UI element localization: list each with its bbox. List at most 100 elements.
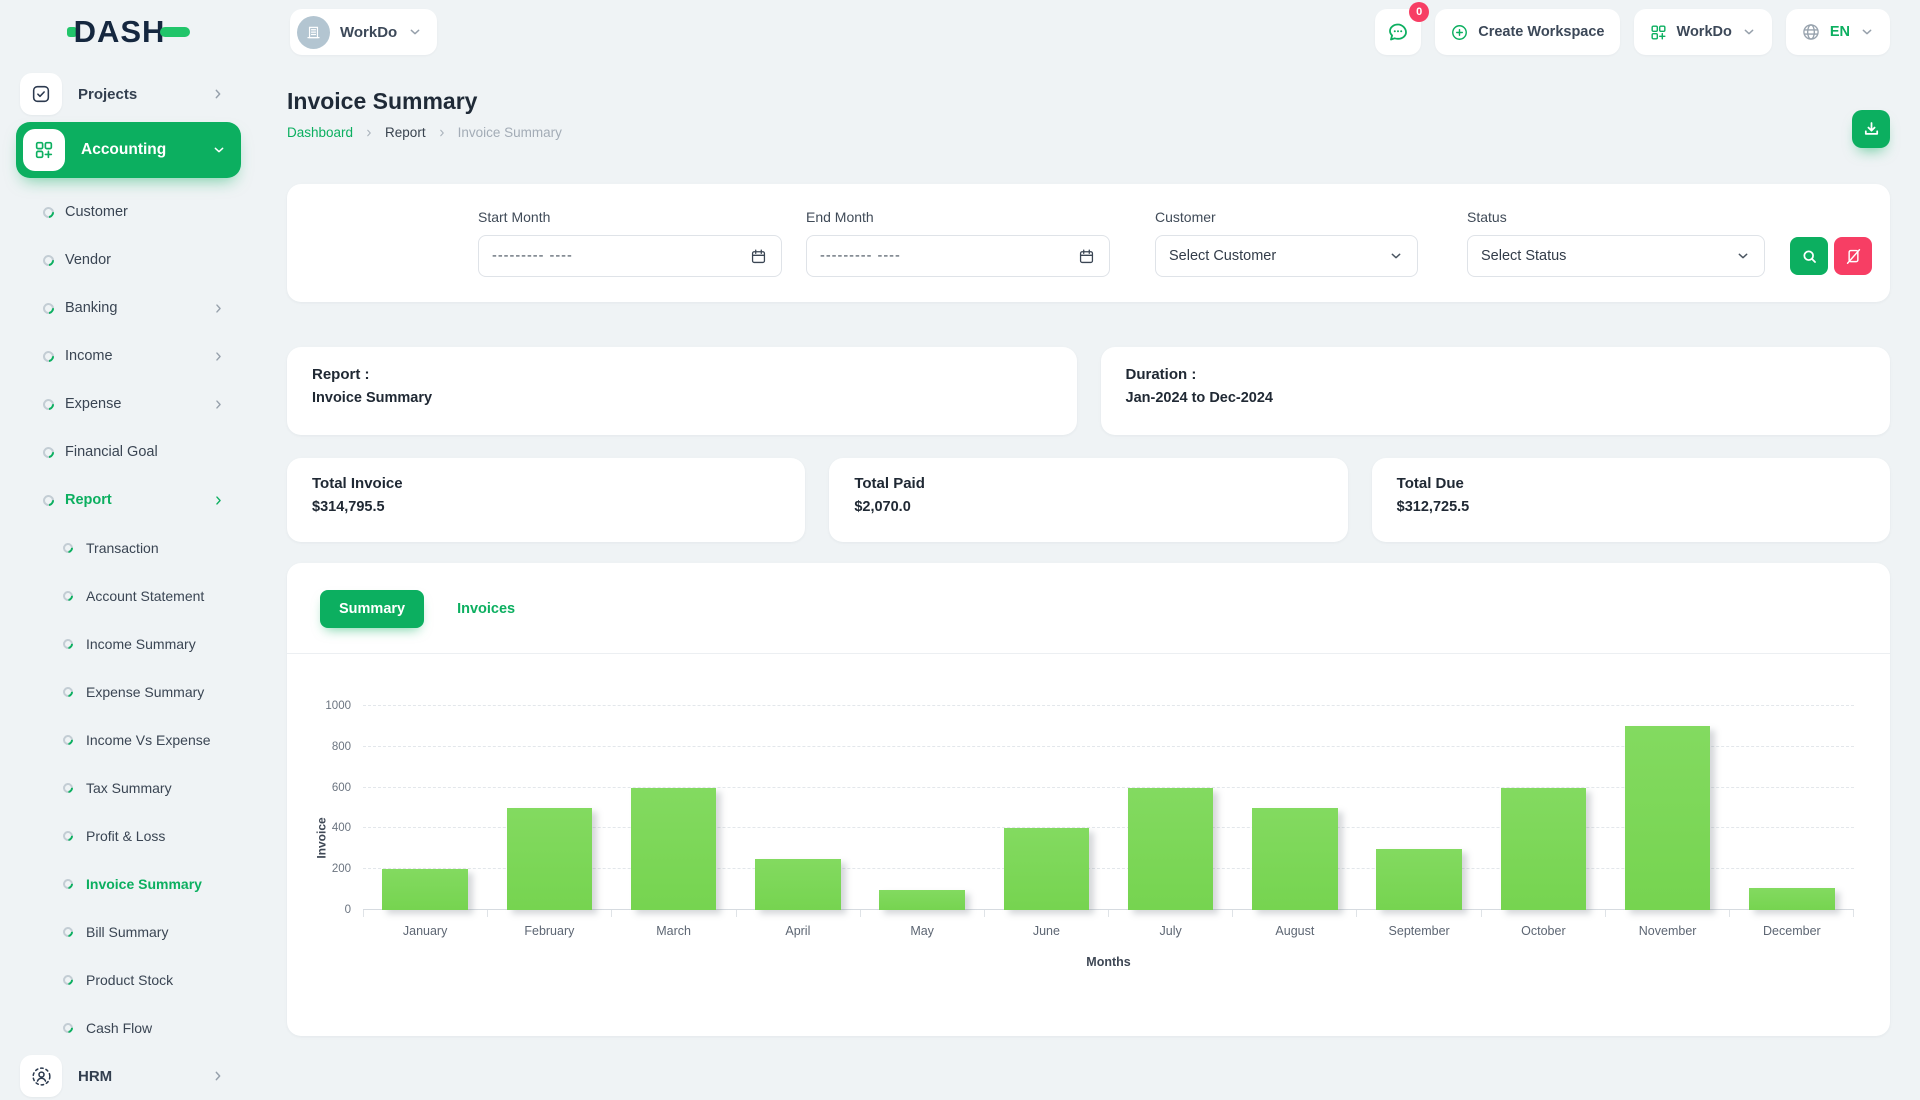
sidebar-item-bill-summary[interactable]: Bill Summary [16,908,241,956]
x-axis-title: Months [363,955,1854,969]
sidebar-item-vendor[interactable]: Vendor [16,236,241,284]
sidebar-item-tax-summary[interactable]: Tax Summary [16,764,241,812]
sidebar-item-expense-summary[interactable]: Expense Summary [16,668,241,716]
breadcrumb-report[interactable]: Report [385,125,426,140]
tab-invoices[interactable]: Invoices [457,601,515,617]
sidebar-item-income-vs-expense[interactable]: Income Vs Expense [16,716,241,764]
sidebar-item-accounting[interactable]: Accounting [16,122,241,178]
chevron-right-icon [211,397,226,412]
messages-button[interactable]: 0 [1375,9,1421,55]
bar-march[interactable] [612,706,736,910]
create-workspace-button[interactable]: Create Workspace [1435,9,1619,55]
sidebar-item-hrm[interactable]: HRM [16,1052,241,1100]
sidebar-item-customer[interactable]: Customer [16,188,241,236]
sidebar-item-label: Vendor [65,252,111,268]
sidebar-item-income[interactable]: Income [16,332,241,380]
bar-rect [1128,788,1214,910]
sidebar-item-cash-flow[interactable]: Cash Flow [16,1004,241,1052]
chevron-right-icon [211,349,226,364]
x-tick [1606,910,1730,917]
duration-value: Jan-2024 to Dec-2024 [1126,390,1866,406]
logo-dash-icon [160,27,190,37]
bar-may[interactable] [860,706,984,910]
x-axis-label: December [1730,924,1854,938]
x-axis-label: August [1233,924,1357,938]
language-selector[interactable]: EN [1786,9,1890,55]
sidebar-item-expense[interactable]: Expense [16,380,241,428]
building-icon [304,23,323,42]
sidebar-item-report[interactable]: Report [16,476,241,524]
logo-text: DASH [74,14,166,50]
bullet-icon [61,829,75,843]
sidebar-item-projects[interactable]: Projects [16,70,241,118]
tab-summary[interactable]: Summary [320,590,424,628]
sidebar-item-account-statement[interactable]: Account Statement [16,572,241,620]
bar-july[interactable] [1109,706,1233,910]
sidebar-item-financial-goal[interactable]: Financial Goal [16,428,241,476]
x-axis-label: June [984,924,1108,938]
bar-rect [879,890,965,910]
sidebar-item-banking[interactable]: Banking [16,284,241,332]
sidebar-item-product-stock[interactable]: Product Stock [16,956,241,1004]
end-month-input[interactable]: --------- ---- [806,235,1110,277]
workspace-switcher[interactable]: WorkDo [290,9,437,55]
breadcrumb-current: Invoice Summary [458,125,562,140]
bar-september[interactable] [1357,706,1481,910]
breadcrumb-dashboard[interactable]: Dashboard [287,125,353,140]
bar-december[interactable] [1730,706,1854,910]
sidebar-item-profit-loss[interactable]: Profit & Loss [16,812,241,860]
y-axis-title: Invoice [315,817,329,858]
bar-february[interactable] [487,706,611,910]
duration-label: Duration : [1126,366,1866,383]
bar-rect [1376,849,1462,910]
sidebar-item-income-summary[interactable]: Income Summary [16,620,241,668]
bullet-icon [61,637,75,651]
logo-area: DASH [0,14,257,50]
reset-filter-button[interactable] [1834,237,1872,275]
sidebar-item-invoice-summary[interactable]: Invoice Summary [16,860,241,908]
report-value: Invoice Summary [312,390,1052,406]
sidebar-item-label: Account Statement [86,588,204,604]
download-button[interactable] [1852,110,1890,148]
company-menu-label: WorkDo [1677,24,1732,40]
download-icon [1861,119,1882,140]
bar-august[interactable] [1233,706,1357,910]
start-month-input[interactable]: --------- ---- [478,235,782,277]
bullet-icon [61,973,75,987]
chevron-down-icon [211,142,227,158]
bullet-icon [61,541,75,555]
dash-logo[interactable]: DASH [67,14,191,50]
messages-badge: 0 [1409,2,1429,22]
x-tick [1730,910,1854,917]
status-select[interactable]: Select Status [1467,235,1765,277]
sidebar-item-label: Income Vs Expense [86,732,211,748]
stat-label: Total Due [1397,475,1865,492]
apply-filter-button[interactable] [1790,237,1828,275]
sidebar-item-label: Expense [65,396,121,412]
x-tick [1482,910,1606,917]
company-menu[interactable]: WorkDo [1634,9,1772,55]
bar-january[interactable] [363,706,487,910]
total-invoice-card: Total Invoice $314,795.5 [287,458,805,542]
bars-layer [363,706,1854,910]
sidebar-item-label: Report [65,492,112,508]
status-field: Status Select Status [1467,209,1765,277]
end-month-field: End Month --------- ---- [806,209,1110,277]
sidebar-item-transaction[interactable]: Transaction [16,524,241,572]
bar-october[interactable] [1481,706,1605,910]
stat-label: Total Paid [854,475,1322,492]
bar-june[interactable] [984,706,1108,910]
customer-select[interactable]: Select Customer [1155,235,1418,277]
x-axis-label: January [363,924,487,938]
bar-rect [507,808,593,910]
eraser-icon [1844,247,1863,266]
sidebar-item-label: Expense Summary [86,684,204,700]
bullet-icon [61,925,75,939]
x-axis-label: November [1606,924,1730,938]
x-axis-label: February [487,924,611,938]
bar-april[interactable] [736,706,860,910]
bar-november[interactable] [1606,706,1730,910]
chevron-down-icon [1735,248,1751,264]
sidebar-item-label: Transaction [86,540,159,556]
chart-card: Summary Invoices Invoice 020040060080010… [287,563,1890,1036]
